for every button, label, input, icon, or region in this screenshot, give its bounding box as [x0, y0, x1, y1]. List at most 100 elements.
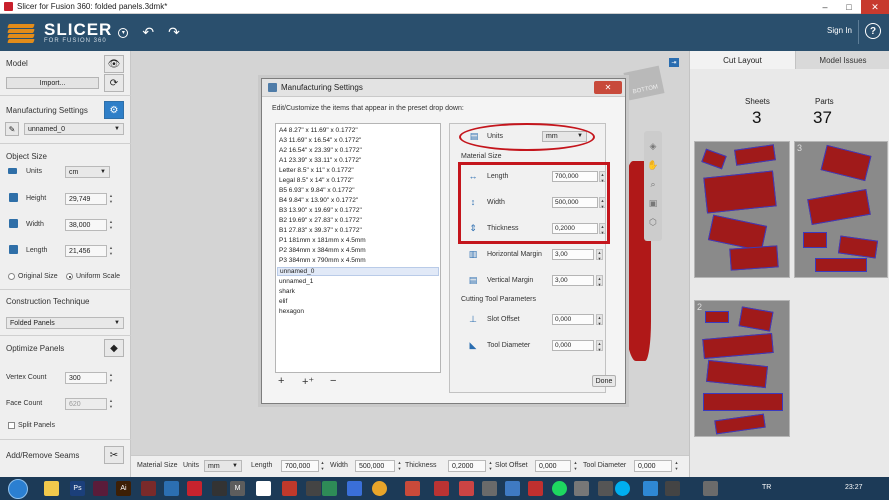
done-button[interactable]: Done: [592, 375, 616, 387]
help-icon[interactable]: ?: [865, 23, 881, 39]
preset-select[interactable]: unnamed_0 ▼: [24, 123, 124, 135]
sheet-thumbnail[interactable]: [694, 141, 790, 278]
app-icon[interactable]: [598, 481, 613, 496]
acrobat-icon[interactable]: [187, 481, 202, 496]
preset-list-item[interactable]: P2 384mm x 384mm x 4.5mm: [279, 247, 366, 254]
bb-slot-stepper[interactable]: ▲ ▼: [573, 460, 578, 472]
preset-list-item[interactable]: A2 16.54" x 23.39" x 0.1772": [279, 147, 362, 154]
slicer-taskbar-icon[interactable]: [256, 481, 271, 496]
bb-slot-offset-input[interactable]: 0,000: [535, 460, 571, 472]
pdf-icon[interactable]: [528, 481, 543, 496]
horizontal-margin-input[interactable]: 3,00: [552, 249, 594, 260]
app-icon[interactable]: [405, 481, 420, 496]
bb-length-input[interactable]: 700,000: [281, 460, 319, 472]
sketchup-icon[interactable]: [282, 481, 297, 496]
photoshop-icon[interactable]: Ps: [70, 481, 85, 496]
preset-list-item[interactable]: elif: [279, 298, 287, 305]
skype-icon[interactable]: [615, 481, 630, 496]
maximize-button[interactable]: □: [836, 0, 862, 14]
height-stepper[interactable]: ▲ ▼: [108, 193, 114, 205]
pan-hand-icon[interactable]: ✋: [647, 160, 658, 171]
preset-list-item[interactable]: P1 181mm x 181mm x 4.5mm: [279, 237, 366, 244]
redo-icon[interactable]: ↷: [168, 24, 180, 41]
vertical-margin-input[interactable]: 3,00: [552, 275, 594, 286]
remove-preset-icon[interactable]: −: [330, 375, 336, 387]
settings-gear-icon[interactable]: ⚙: [104, 101, 124, 119]
preset-list-item[interactable]: P3 384mm x 790mm x 4.5mm: [279, 257, 366, 264]
width-stepper[interactable]: ▲ ▼: [108, 219, 114, 231]
original-size-radio[interactable]: [8, 273, 15, 280]
height-input[interactable]: 29,749: [65, 193, 107, 205]
construction-technique-select[interactable]: Folded Panels ▼: [6, 317, 124, 329]
clock-time[interactable]: 23:27: [845, 484, 863, 491]
tab-cut-layout[interactable]: Cut Layout: [690, 51, 795, 69]
app-icon[interactable]: [141, 481, 156, 496]
refresh-icon[interactable]: ⟳: [104, 74, 124, 92]
bb-thickness-stepper[interactable]: ▲ ▼: [488, 460, 493, 472]
vertex-count-stepper[interactable]: ▲ ▼: [108, 372, 114, 384]
length-stepper[interactable]: ▲ ▼: [108, 245, 114, 257]
spotify-icon[interactable]: [552, 481, 567, 496]
import-button[interactable]: Import...: [6, 77, 99, 89]
split-panels-checkbox[interactable]: [8, 422, 15, 429]
minimize-button[interactable]: –: [812, 0, 838, 14]
arduino-icon[interactable]: [322, 481, 337, 496]
orbit-cube-icon[interactable]: ⬡: [649, 217, 657, 228]
undo-icon[interactable]: ↶: [142, 24, 154, 41]
units-select[interactable]: cm ▼: [65, 166, 110, 178]
vertex-count-input[interactable]: 300: [65, 372, 107, 384]
seams-tool-icon[interactable]: ✂: [104, 446, 124, 464]
app-icon[interactable]: [665, 481, 680, 496]
bb-width-input[interactable]: 500,000: [355, 460, 395, 472]
chrome-icon[interactable]: [372, 481, 387, 496]
preset-list-item[interactable]: A3 11.69" x 16.54" x 0.1772": [279, 137, 361, 144]
app-icon[interactable]: [347, 481, 362, 496]
app-icon[interactable]: [482, 481, 497, 496]
bb-tool-diameter-input[interactable]: 0,000: [634, 460, 672, 472]
app-icon[interactable]: [574, 481, 589, 496]
word-icon[interactable]: [164, 481, 179, 496]
duplicate-preset-icon[interactable]: +⁺: [302, 375, 314, 388]
tool-diameter-input[interactable]: 0,000: [552, 340, 594, 351]
add-preset-icon[interactable]: +: [278, 375, 284, 387]
expand-right-panel-icon[interactable]: ⇥: [669, 58, 679, 67]
preset-list-item[interactable]: B3 13.90" x 19.69" x 0.1772": [279, 207, 362, 214]
tool-diameter-stepper[interactable]: ▲ ▼: [596, 340, 603, 352]
preset-list-item[interactable]: B2 19.69" x 27.83" x 0.1772": [279, 217, 362, 224]
slot-offset-input[interactable]: 0,000: [552, 314, 594, 325]
horizontal-margin-stepper[interactable]: ▲ ▼: [596, 249, 603, 261]
length-input[interactable]: 21,456: [65, 245, 107, 257]
preset-list-item[interactable]: B5 6.93" x 9.84" x 0.1772": [279, 187, 355, 194]
illustrator-icon[interactable]: Ai: [116, 481, 131, 496]
close-window-button[interactable]: ✕: [861, 0, 889, 14]
optimize-shape-icon[interactable]: ◆: [104, 339, 124, 357]
preset-list-item[interactable]: B4 9.84" x 13.90" x 0.1772": [279, 197, 358, 204]
preset-list-item[interactable]: shark: [279, 288, 295, 295]
sheet-thumbnail[interactable]: 3: [794, 141, 888, 278]
zoom-icon[interactable]: ⌕: [650, 179, 655, 190]
bb-units-select[interactable]: mm ▼: [204, 460, 242, 472]
preset-list[interactable]: A4 8.27" x 11.69" x 0.1772" A3 11.69" x …: [275, 123, 441, 373]
vertical-margin-stepper[interactable]: ▲ ▼: [596, 275, 603, 287]
uniform-scale-radio[interactable]: [66, 273, 73, 280]
dialog-close-button[interactable]: ✕: [594, 81, 622, 94]
width-input[interactable]: 38,000: [65, 219, 107, 231]
slot-offset-stepper[interactable]: ▲ ▼: [596, 314, 603, 326]
app-icon[interactable]: [306, 481, 321, 496]
edit-pencil-icon[interactable]: ✎: [5, 122, 19, 136]
viewcube[interactable]: BOTTOM: [623, 65, 665, 101]
fit-view-icon[interactable]: ▣: [649, 198, 658, 209]
preset-list-item[interactable]: Legal 8.5" x 14" x 0.1772": [279, 177, 354, 184]
m-app-icon[interactable]: M: [230, 481, 245, 496]
preset-list-item[interactable]: unnamed_1: [279, 278, 313, 285]
bb-width-stepper[interactable]: ▲ ▼: [397, 460, 402, 472]
app-menu-dropdown-icon[interactable]: ▾: [118, 27, 129, 38]
bb-thickness-input[interactable]: 0,2000: [448, 460, 486, 472]
preset-list-item[interactable]: Letter 8.5" x 11" x 0.1772": [279, 167, 354, 174]
indesign-icon[interactable]: [93, 481, 108, 496]
start-button[interactable]: [8, 479, 28, 499]
visibility-eye-icon[interactable]: 👁: [104, 55, 124, 73]
paint-icon[interactable]: ◈: [650, 141, 657, 152]
app-icon[interactable]: [643, 481, 658, 496]
preset-list-item[interactable]: A1 23.39" x 33.11" x 0.1772": [279, 157, 361, 164]
